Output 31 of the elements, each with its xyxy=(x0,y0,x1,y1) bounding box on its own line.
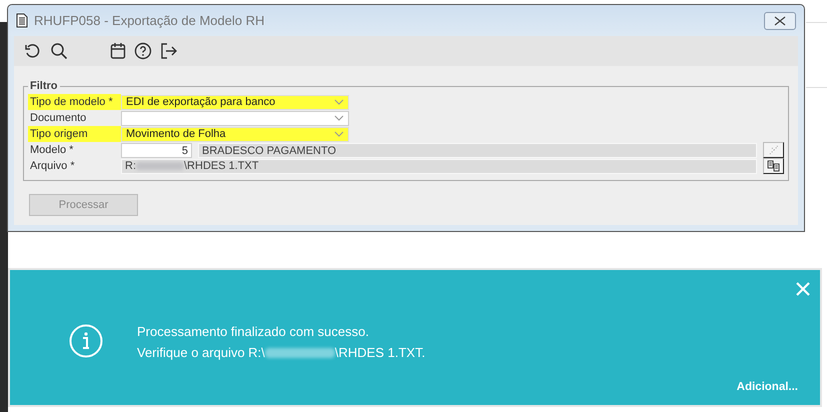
dropdown-field[interactable]: Movimento de Folha xyxy=(121,126,349,142)
message-text: \RHDES 1.TXT. xyxy=(334,344,426,362)
field-label: Arquivo * xyxy=(29,159,76,174)
calendar-icon[interactable] xyxy=(110,42,126,60)
description-field: BRADESCO PAGAMENTO xyxy=(198,142,758,158)
exit-icon[interactable] xyxy=(160,42,178,60)
field-label: Tipo de modelo * xyxy=(28,94,121,110)
dropdown-field[interactable] xyxy=(121,110,349,126)
info-icon xyxy=(69,324,103,358)
close-icon xyxy=(773,16,787,26)
undo-icon[interactable] xyxy=(24,42,42,60)
wand-button[interactable] xyxy=(763,142,784,158)
redaction-mark xyxy=(136,162,184,170)
field-label: Modelo * xyxy=(29,143,74,158)
file-path-field: R: \RHDES 1.TXT xyxy=(121,158,758,174)
field-label: Tipo origem xyxy=(28,126,121,142)
help-icon[interactable] xyxy=(134,42,152,60)
close-button[interactable] xyxy=(764,12,796,30)
field-label: Documento xyxy=(29,111,88,126)
copy-icon xyxy=(766,160,781,172)
window-title: RHUFP058 - Exportação de Modelo RH xyxy=(34,13,264,28)
dropdown-field[interactable]: EDI de exportação para banco xyxy=(121,94,349,110)
message-text: Processamento finalizado com sucesso. xyxy=(137,323,370,341)
wand-icon xyxy=(768,145,780,155)
copy-button[interactable] xyxy=(763,158,784,174)
input-field[interactable]: 5 xyxy=(121,142,192,158)
group-title: Filtro xyxy=(29,80,58,92)
redaction-mark xyxy=(264,348,335,358)
search-icon[interactable] xyxy=(50,42,68,60)
document-icon xyxy=(16,13,28,28)
message-text: Verifique o arquivo R:\ xyxy=(137,344,265,362)
